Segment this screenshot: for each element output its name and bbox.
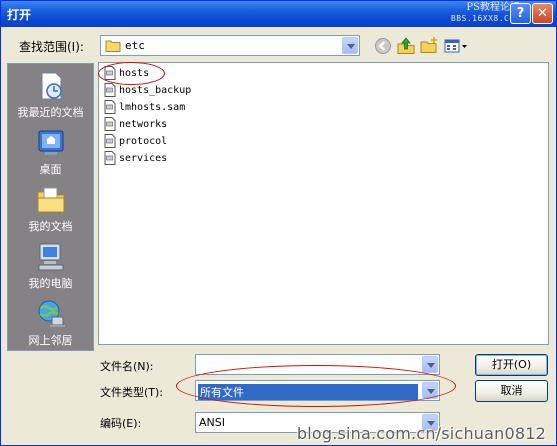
window-title: 打开 [7,8,32,22]
file-icon [104,83,116,97]
file-icon [104,134,116,148]
file-name: protocol [119,135,168,147]
file-name: services [119,152,168,164]
place-label: 我的电脑 [28,277,73,290]
my-computer-icon [38,243,63,271]
close-button[interactable]: ✕ [532,3,553,24]
back-icon [375,38,391,54]
my-documents-icon [37,187,64,213]
list-item[interactable]: networks [104,116,167,132]
place-label: 网上邻居 [28,334,73,347]
file-name: hosts_backup [119,84,192,96]
encoding-value: ANSI [199,416,225,429]
encoding-label: 编码(E): [100,417,142,430]
list-item[interactable]: protocol [104,133,167,149]
title-bar[interactable]: 打开 PS教程论坛 BBS.16XX8.COM ? ✕ [1,1,556,27]
filename-label: 文件名(N): [100,360,154,373]
file-name: networks [119,118,168,130]
place-network-places[interactable]: 网上邻居 [8,298,93,348]
footer-watermark: blog.sina.com.cn/sichuan0812 [296,424,546,443]
place-label: 桌面 [39,163,62,176]
chevron-down-icon[interactable] [342,37,358,54]
look-in-dropdown[interactable]: etc [100,35,360,56]
place-recent-documents[interactable]: 我最近的文档 [8,70,93,120]
place-my-documents[interactable]: 我的文档 [8,184,93,234]
file-list[interactable]: hosts hosts_backup lmhosts.sam networks … [98,62,549,345]
list-item[interactable]: services [104,150,167,166]
open-dialog: 打开 PS教程论坛 BBS.16XX8.COM ? ✕ 查找范围(I): etc [0,0,557,446]
list-item[interactable]: hosts_backup [104,82,191,98]
open-button[interactable]: 打开(O) [475,354,548,376]
folder-icon [105,40,121,52]
back-button[interactable] [373,36,393,56]
filetype-label: 文件类型(T): [100,386,164,399]
annotation-ellipse-filetype [176,365,456,407]
place-desktop[interactable]: 桌面 [8,127,93,177]
views-menu-button[interactable] [443,36,469,56]
place-my-computer[interactable]: 我的电脑 [8,241,93,291]
file-icon [104,117,116,131]
new-folder-icon [420,37,437,53]
look-in-label: 查找范围(I): [19,40,84,54]
place-label: 我的文档 [28,220,73,233]
up-folder-button[interactable] [396,36,416,56]
up-folder-icon [397,37,415,54]
file-icon [104,100,116,114]
places-bar: 我最近的文档 桌面 我的文档 我的电脑 网上邻居 [7,63,94,351]
cancel-button[interactable]: 取消 [475,380,548,402]
new-folder-button[interactable] [419,36,439,56]
annotation-ellipse-hosts [98,62,165,85]
desktop-icon [38,130,63,155]
file-name: lmhosts.sam [119,101,186,113]
chevron-down-icon[interactable] [422,356,438,373]
file-icon [104,151,116,165]
look-in-value: etc [125,39,145,52]
recent-documents-icon [41,72,62,100]
network-places-icon [38,300,65,327]
place-label: 我最近的文档 [17,106,84,119]
list-item[interactable]: lmhosts.sam [104,99,185,115]
views-menu-icon [444,39,467,53]
help-button[interactable]: ? [510,3,531,24]
